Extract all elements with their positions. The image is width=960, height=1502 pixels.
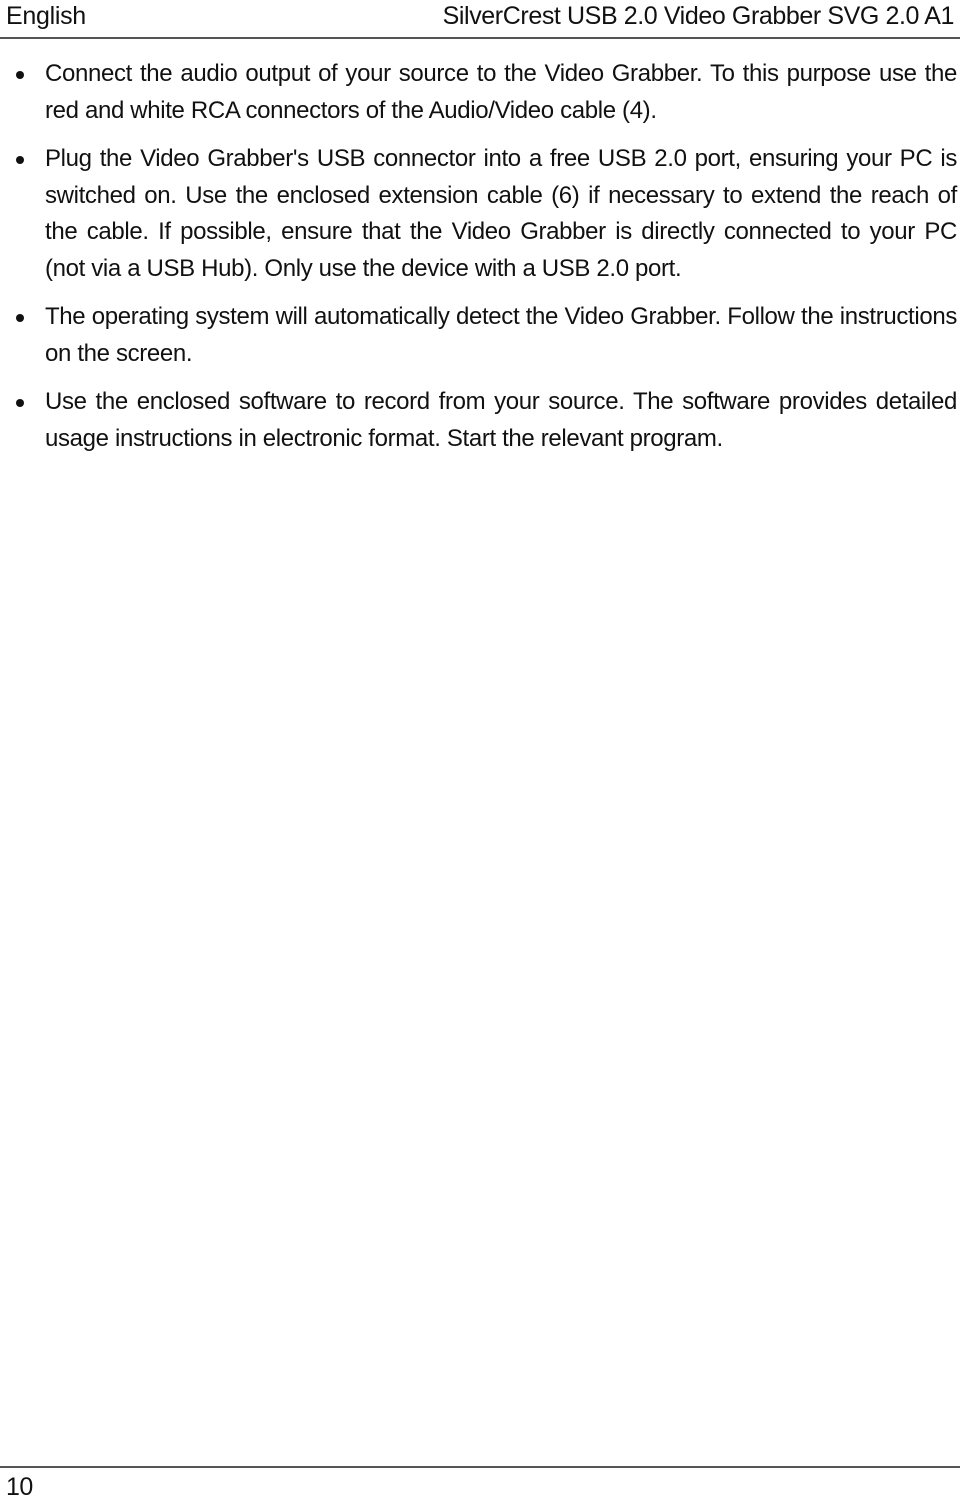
instruction-list: Connect the audio output of your source …	[0, 56, 960, 457]
page-content: Connect the audio output of your source …	[0, 56, 960, 469]
header-language: English	[6, 2, 86, 30]
footer-divider	[0, 1466, 960, 1468]
header-product-title: SilverCrest USB 2.0 Video Grabber SVG 2.…	[442, 2, 955, 30]
list-item-text: The operating system will automatically …	[45, 303, 957, 367]
list-item-text: Plug the Video Grabber's USB connector i…	[45, 145, 957, 282]
page-header: English SilverCrest USB 2.0 Video Grabbe…	[0, 0, 960, 39]
list-item: The operating system will automatically …	[0, 299, 960, 372]
header-divider	[0, 37, 960, 39]
bullet-dot-icon	[16, 399, 24, 407]
bullet-dot-icon	[16, 71, 24, 79]
page-number: 10	[6, 1473, 33, 1501]
list-item: Connect the audio output of your source …	[0, 56, 960, 129]
bullet-dot-icon	[16, 156, 24, 164]
bullet-dot-icon	[16, 314, 24, 322]
list-item-text: Use the enclosed software to record from…	[45, 388, 957, 452]
list-item-text: Connect the audio output of your source …	[45, 60, 957, 124]
list-item: Plug the Video Grabber's USB connector i…	[0, 141, 960, 287]
list-item: Use the enclosed software to record from…	[0, 384, 960, 457]
